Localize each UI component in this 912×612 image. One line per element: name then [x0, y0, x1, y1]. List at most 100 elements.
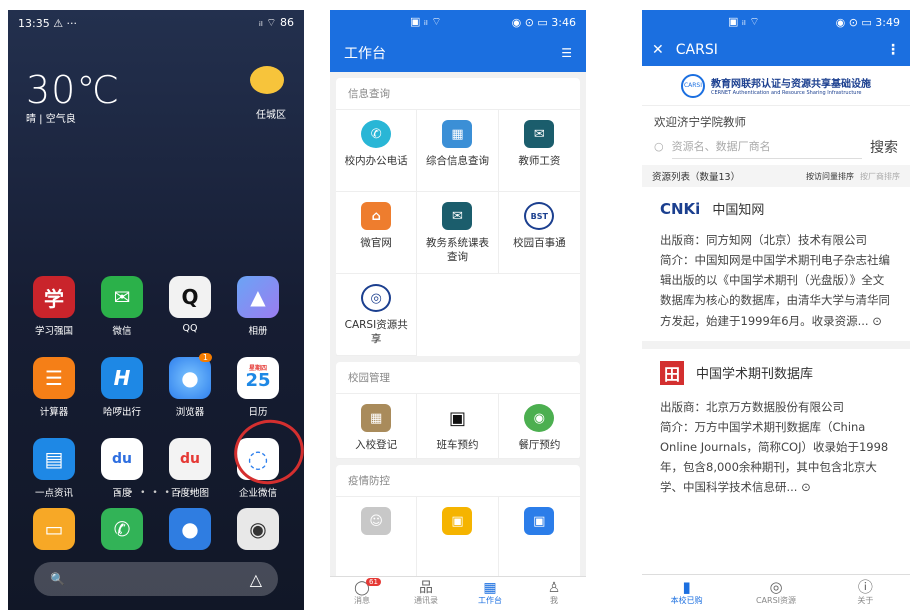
- app-label: 微信: [112, 326, 132, 337]
- phone-carsi: ▣ ᵢₗ ⌔ ◉ ⊙ ▭ 3:49 ✕ CARSI ⋮ CARSI 教育网联邦认…: [642, 10, 910, 610]
- sort-by-vendor[interactable]: 按厂商排序: [860, 171, 900, 182]
- list-header: 资源列表（数量13） 按访问量排序 按厂商排序: [642, 165, 910, 187]
- item-label: 教师工资: [518, 155, 561, 167]
- resource-item[interactable]: CNKi 中国知网 出版商：同方知网（北京）技术有限公司 简介：中国知网是中国学术…: [642, 187, 910, 349]
- logo-text: 教育网联邦认证与资源共享基础设施: [711, 79, 871, 90]
- section-epidemic: 疫情防控 ☺ ▣ ▣: [336, 465, 580, 580]
- home-search-bar[interactable]: 🔍 △: [34, 562, 278, 596]
- close-icon[interactable]: ✕: [652, 42, 664, 58]
- tab-workbench[interactable]: ▦ 工作台: [458, 577, 522, 610]
- tab-label: CARSI资源: [755, 595, 797, 605]
- menu-icon[interactable]: ☰: [561, 46, 572, 60]
- resource-name: 中国知网: [712, 203, 765, 218]
- item-epidemic-2[interactable]: ▣: [417, 497, 499, 580]
- status-right-icons: ◉ ⊙ ▭ 3:46: [511, 15, 576, 29]
- more-icon[interactable]: ⋮: [886, 42, 900, 58]
- envelope-icon: ✉: [442, 202, 473, 230]
- logo-subtext: CERNET Authentication and Resource Shari…: [711, 90, 862, 96]
- item-micro-site[interactable]: ⌂ 微官网: [336, 192, 418, 274]
- bottom-tab-bar: ◯ 61 消息 品通讯录 ▦ 工作台 ♙ 我: [330, 576, 586, 610]
- tab-me[interactable]: ♙ 我: [522, 577, 586, 610]
- status-left-icons: ▣ ᵢₗ ⌔: [728, 15, 760, 28]
- resource-intro: 简介：中国知网是中国学术期刊电子杂志社编辑出版的以《中国学术期刊（光盘版）》全文…: [660, 253, 890, 328]
- welcome-text: 欢迎济宁学院教师: [654, 115, 746, 129]
- qq-icon: Q: [169, 276, 211, 318]
- baidu-icon: du: [101, 438, 143, 480]
- envelope-icon: ✉: [524, 120, 555, 148]
- search-icon: 🔍: [50, 572, 65, 586]
- app-calendar[interactable]: 星期四 25 日历: [224, 357, 292, 418]
- baidu-map-icon: du: [169, 438, 211, 480]
- sun-icon: [250, 66, 284, 94]
- item-label: 校内办公电话: [344, 155, 408, 167]
- app-gallery[interactable]: ▲ 相册: [224, 276, 292, 337]
- app-label: 计算器: [39, 407, 69, 418]
- status-bar: ▣ ᵢₗ ⌔ ◉ ⊙ ▭ 3:46: [330, 10, 586, 34]
- tab-purchased[interactable]: ▮ 本校已购: [642, 575, 731, 610]
- resource-publisher: 出版商：同方知网（北京）技术有限公司: [660, 233, 867, 247]
- item-epidemic-3[interactable]: ▣: [498, 497, 580, 580]
- app-wechat[interactable]: ✉ 微信: [88, 276, 156, 337]
- sort-by-visits[interactable]: 按访问量排序: [806, 171, 854, 182]
- item-bst[interactable]: BST 校园百事通: [498, 192, 580, 274]
- tab-messages[interactable]: ◯ 61 消息: [330, 577, 394, 610]
- status-right-icons: ᵢₗ ⌔ 86: [258, 16, 294, 29]
- assistant-icon[interactable]: △: [250, 570, 262, 589]
- item-teacher-salary[interactable]: ✉ 教师工资: [498, 110, 580, 192]
- info-icon: ⓘ: [857, 577, 873, 596]
- tab-about[interactable]: ⓘ 关于: [821, 575, 910, 610]
- bst-icon: BST: [524, 202, 555, 230]
- carsi-icon: ◎: [361, 284, 392, 312]
- app-qq[interactable]: Q QQ: [156, 276, 224, 337]
- resource-item[interactable]: 田中国学术期刊数据库 出版商：北京万方数据股份有限公司 简介：万方中国学术期刊数…: [642, 349, 910, 508]
- phone-icon: ✆: [361, 120, 392, 148]
- section-campus-management: 校园管理 ▦ 入校登记 ▣ 班车预约 ◉ 餐厅预约: [336, 362, 580, 460]
- status-bar: 13:35 ⚠ ··· ᵢₗ ⌔ 86: [8, 10, 304, 36]
- search-input[interactable]: 资源名、数据厂商名: [671, 134, 862, 159]
- status-time: 13:35: [18, 16, 50, 30]
- item-bus-booking[interactable]: ▣ 班车预约: [417, 394, 499, 460]
- item-info-query[interactable]: ▦ 综合信息查询: [417, 110, 499, 192]
- yidian-icon: ▤: [33, 438, 75, 480]
- item-office-phone[interactable]: ✆ 校内办公电话: [336, 110, 418, 192]
- browser-icon: ●: [169, 357, 211, 399]
- app-label: 哈啰出行: [102, 407, 141, 418]
- section-title: 疫情防控: [336, 465, 580, 498]
- app-xuexi[interactable]: 学学习强国: [20, 276, 88, 337]
- notes-icon: ▭: [33, 508, 75, 550]
- resource-intro: 简介：万方中国学术期刊数据库（China Online Journals，简称C…: [660, 419, 889, 495]
- app-browser[interactable]: ● 1 浏览器: [156, 353, 224, 418]
- section-title: 校园管理: [336, 362, 580, 394]
- item-timetable[interactable]: ✉ 教务系统课表查询: [417, 192, 499, 274]
- app-hellobike[interactable]: H 哈啰出行: [88, 357, 156, 418]
- search-icon: ○: [654, 140, 664, 153]
- calculator-icon: ☰: [33, 357, 75, 399]
- search-button[interactable]: 搜索: [870, 137, 898, 157]
- weather-temp: 30℃: [26, 68, 121, 112]
- canteen-icon: ◉: [524, 404, 555, 432]
- dock: ▭ ✆ ● ◉: [20, 508, 292, 550]
- section-info-query: 信息查询 ✆ 校内办公电话 ▦ 综合信息查询 ✉ 教师工资 ⌂ 微官网 ✉ 教务系统课表查…: [336, 78, 580, 356]
- item-campus-entry[interactable]: ▦ 入校登记: [336, 394, 418, 460]
- resource-publisher: 出版商：北京万方数据股份有限公司: [660, 399, 844, 414]
- carsi-logo-banner: CARSI 教育网联邦认证与资源共享基础设施 CERNET Authenticat…: [642, 66, 910, 106]
- item-epidemic-1[interactable]: ☺: [336, 497, 418, 580]
- app-calculator[interactable]: ☰ 计算器: [20, 357, 88, 418]
- tab-label: 关于: [857, 595, 874, 605]
- dock-camera[interactable]: ◉: [224, 508, 292, 550]
- weather-widget[interactable]: 30℃ 晴 | 空气良: [26, 68, 120, 125]
- item-label: CARSI资源共享: [344, 319, 408, 346]
- search-row: ○ 资源名、数据厂商名 搜索: [642, 132, 910, 165]
- item-canteen-booking[interactable]: ◉ 餐厅预约: [498, 394, 580, 460]
- dock-notes[interactable]: ▭: [20, 508, 88, 550]
- dock-phone[interactable]: ✆: [88, 508, 156, 550]
- tab-label: 我: [550, 596, 558, 605]
- dock-contacts[interactable]: ●: [156, 508, 224, 550]
- item-carsi[interactable]: ◎ CARSI资源共享: [336, 274, 418, 356]
- tab-carsi-resources[interactable]: ◎ CARSI资源: [731, 575, 820, 610]
- item-label: 综合信息查询: [425, 155, 489, 167]
- book-icon: ▮: [682, 577, 691, 596]
- contacts-icon: ●: [169, 508, 211, 550]
- xuexi-icon: 学: [33, 276, 75, 318]
- tab-contacts[interactable]: 品通讯录: [394, 577, 458, 610]
